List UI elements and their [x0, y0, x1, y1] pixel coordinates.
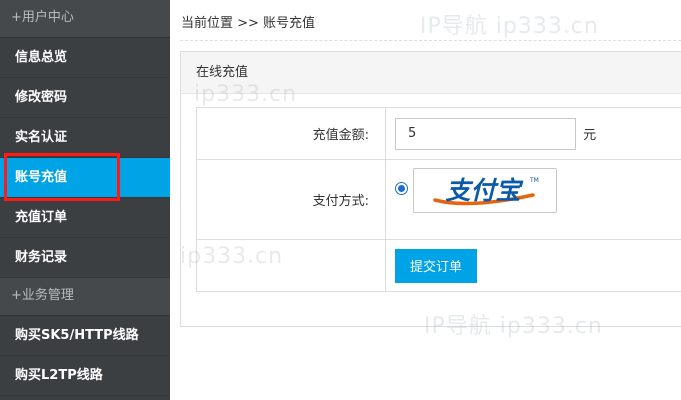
- amount-input[interactable]: [395, 117, 576, 150]
- sidebar-item-buy-sk5-http[interactable]: 购买SK5/HTTP线路: [0, 316, 170, 356]
- sidebar-item-buy-l2tp[interactable]: 购买L2TP线路: [0, 356, 170, 396]
- payment-cell: 支付宝 TM: [385, 159, 681, 240]
- sidebar-section-business-management[interactable]: +业务管理: [0, 278, 170, 316]
- alipay-option[interactable]: 支付宝 TM: [413, 168, 557, 213]
- recharge-form-table: 充值金额: 元 支付方式: 支付宝 TM: [196, 107, 681, 292]
- payment-label: 支付方式:: [196, 159, 386, 240]
- sidebar-item-financial-records[interactable]: 财务记录: [0, 238, 170, 278]
- sidebar: +用户中心 信息总览 修改密码 实名认证 账号充值 充值订单 财务记录 +业务管…: [0, 0, 170, 400]
- sidebar-item-info-overview[interactable]: 信息总览: [0, 38, 170, 78]
- form-row-amount: 充值金额: 元: [196, 107, 681, 160]
- sidebar-item-account-recharge[interactable]: 账号充值: [0, 158, 170, 198]
- panel-title: 在线充值: [181, 52, 681, 94]
- sidebar-item-change-password[interactable]: 修改密码: [0, 78, 170, 118]
- amount-cell: 元: [385, 107, 681, 160]
- payment-option: 支付宝 TM: [395, 168, 681, 213]
- sidebar-item-real-name-auth[interactable]: 实名认证: [0, 118, 170, 158]
- alipay-radio[interactable]: [395, 182, 408, 195]
- svg-text:TM: TM: [529, 177, 539, 184]
- alipay-logo-text: 支付宝: [445, 176, 523, 205]
- sidebar-section-user-center[interactable]: +用户中心: [0, 0, 170, 38]
- amount-unit: 元: [583, 128, 597, 143]
- submit-order-button[interactable]: 提交订单: [395, 248, 477, 283]
- form-row-submit: 提交订单: [196, 239, 681, 292]
- breadcrumb: 当前位置 >> 账号充值: [181, 16, 316, 31]
- sidebar-item-recharge-orders[interactable]: 充值订单: [0, 198, 170, 238]
- submit-cell: 提交订单: [385, 239, 681, 292]
- main-content: 当前位置 >> 账号充值 在线充值 充值金额: 元 支付方式: 支付宝: [170, 0, 681, 400]
- breadcrumb-divider: [180, 40, 681, 41]
- amount-label: 充值金额:: [196, 107, 386, 160]
- alipay-logo-icon: 支付宝 TM: [433, 176, 539, 205]
- form-row-payment: 支付方式: 支付宝 TM: [196, 159, 681, 240]
- submit-label-cell: [196, 239, 386, 292]
